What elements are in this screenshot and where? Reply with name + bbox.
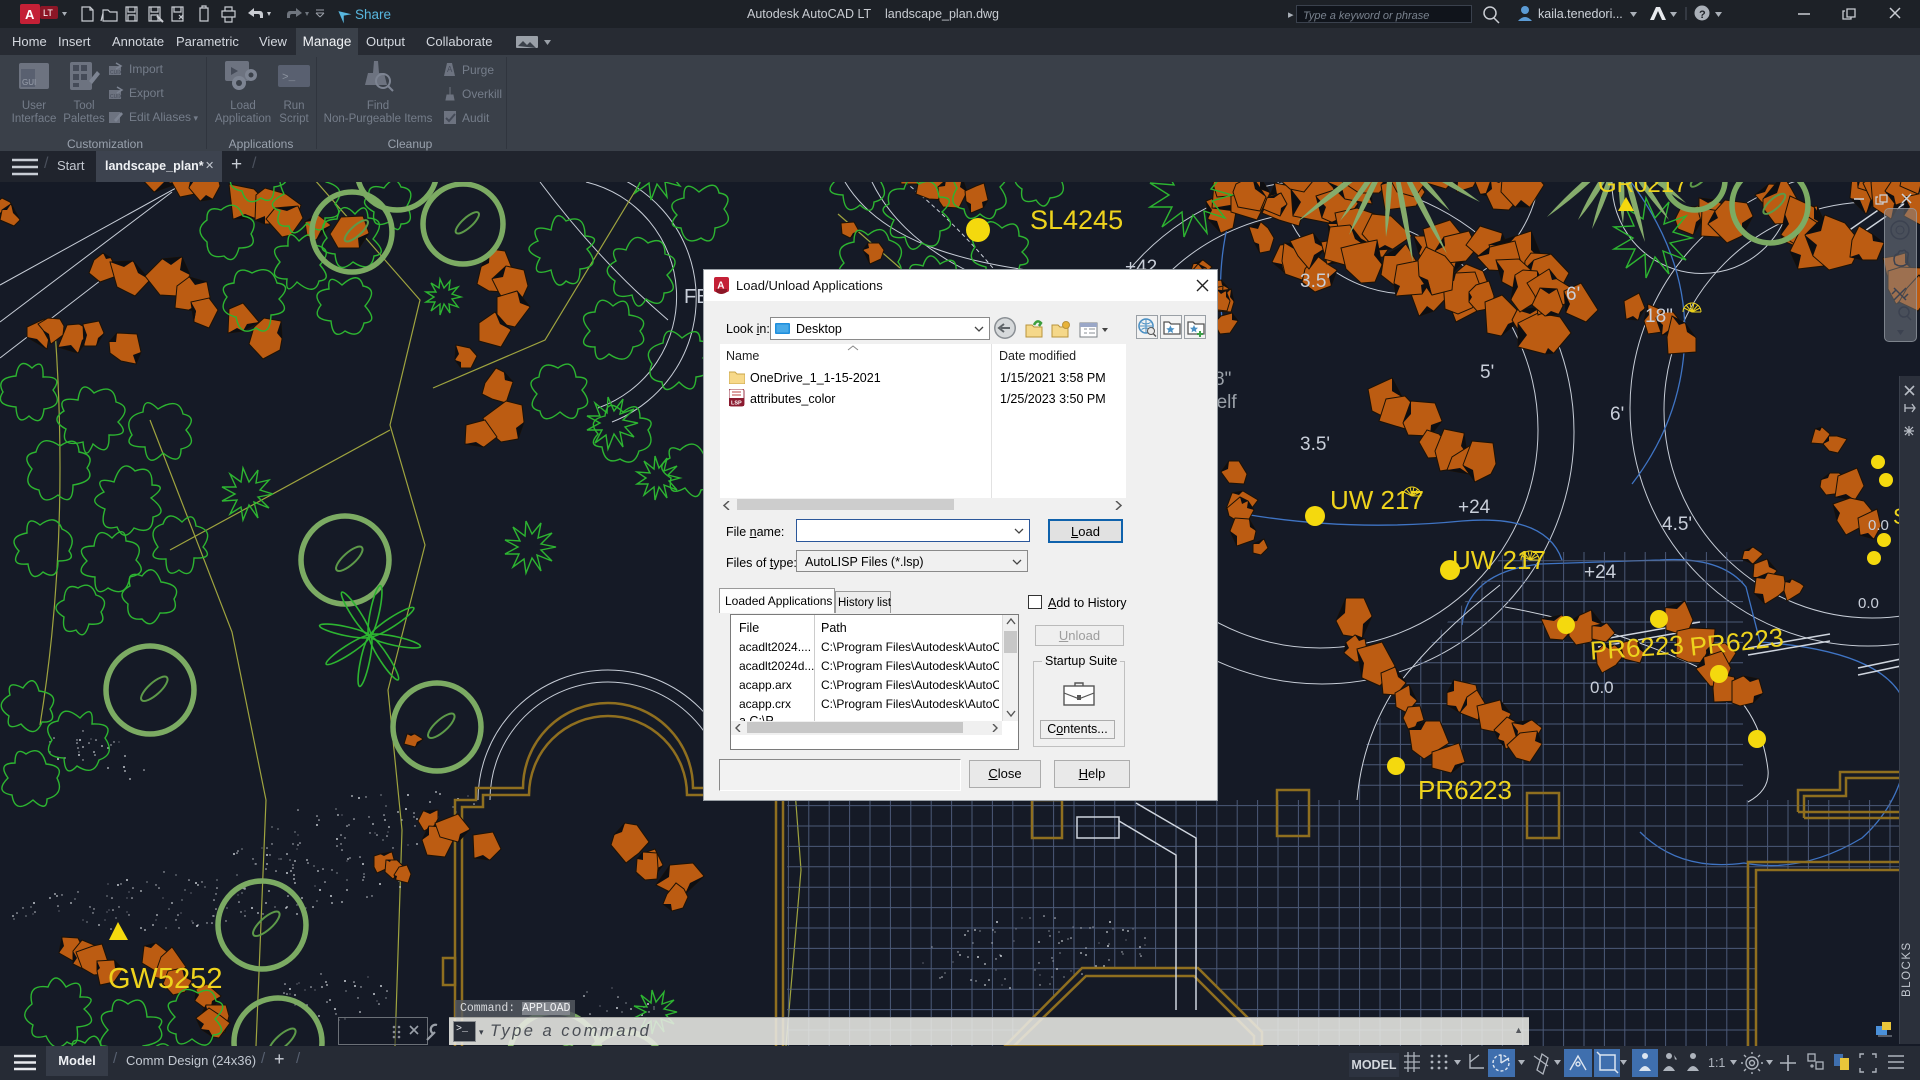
svg-text:0.0: 0.0 [1590,678,1614,697]
svg-text:6': 6' [1610,404,1624,425]
svg-text:Share: Share [355,7,391,22]
svg-text:PR6223: PR6223 [1688,622,1785,662]
svg-text:CUIX: CUIX [110,70,123,76]
svg-text:kaila.tenedori...: kaila.tenedori... [1538,7,1623,21]
svg-text:A: A [447,65,453,74]
svg-text:0.0: 0.0 [1858,595,1879,612]
svg-text:LT: LT [43,8,53,18]
svg-text:LSP: LSP [731,401,742,407]
svg-text:>_: >_ [282,72,296,84]
svg-text:+24: +24 [1458,497,1491,518]
svg-text:CUIX: CUIX [110,94,123,100]
svg-text:18": 18" [1645,306,1673,327]
svg-text:4.5': 4.5' [1662,514,1692,535]
svg-text:GW5252: GW5252 [108,963,222,995]
svg-text:PR6223: PR6223 [1418,775,1512,805]
svg-text:GR0217: GR0217 [1598,182,1687,198]
svg-text:A: A [717,281,724,292]
svg-text:6': 6' [1566,284,1580,305]
svg-text:A: A [25,7,35,22]
svg-text:3.5': 3.5' [1300,271,1330,292]
svg-text:+24: +24 [1584,562,1617,583]
svg-text:SL4245: SL4245 [1030,205,1123,235]
svg-text:GUI: GUI [22,78,36,87]
svg-text:?: ? [1699,9,1706,21]
svg-text:3.5': 3.5' [1300,434,1330,455]
svg-text:0.0: 0.0 [1868,517,1889,534]
svg-text:1:1: 1:1 [1708,1056,1725,1070]
svg-text:PR6223: PR6223 [1589,629,1685,665]
svg-text:UW 217: UW 217 [1330,485,1424,515]
svg-text:5': 5' [1480,362,1494,383]
